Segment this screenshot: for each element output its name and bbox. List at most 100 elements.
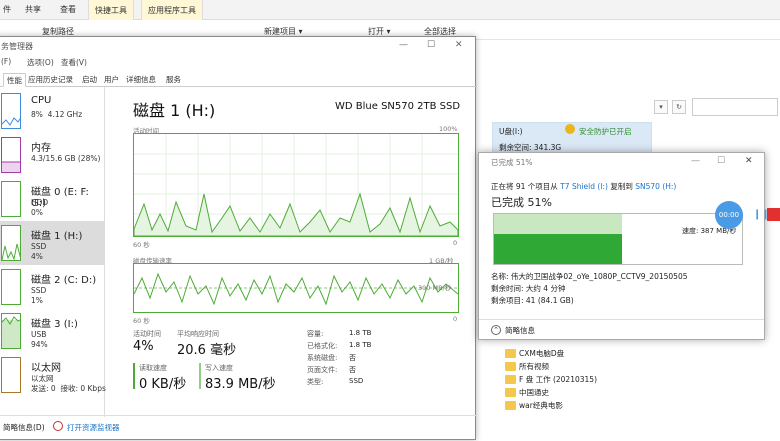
performance-sidebar: CPU 8% 4.12 GHz 内存 4.3/15.6 GB (28%) 磁盘 … [0, 87, 106, 417]
sidebar-item-disk0[interactable]: 磁盘 0 (E: F: G:) HDD 0% [0, 177, 105, 221]
dropdown-arrow-icon[interactable]: ▾ [654, 100, 668, 114]
disk0-thumbnail [1, 181, 21, 217]
list-item[interactable]: F 盘 工作 (20210315) [505, 374, 645, 387]
ribbon-tabs: 件 共享 查看 快捷工具 应用程序工具 [0, 0, 780, 20]
dest-link[interactable]: SN570 (H:) [635, 182, 676, 191]
search-input[interactable] [692, 98, 778, 116]
folder-icon [505, 375, 516, 384]
prop-key: 容量: [307, 330, 324, 338]
close-button[interactable]: ✕ [745, 156, 753, 166]
prop-value: 否 [349, 366, 356, 374]
tab-performance[interactable]: 性能 [3, 73, 26, 87]
graph2-xend: 0 [453, 315, 458, 323]
disk-detail-panel: 磁盘 1 (H:) WD Blue SN570 2TB SSD 活动时间 100… [111, 87, 471, 427]
folder-icon [505, 362, 516, 371]
source-link[interactable]: T7 Shield (I:) [560, 182, 608, 191]
sidebar-item-disk2[interactable]: 磁盘 2 (C: D:) SSD 1% [0, 265, 105, 309]
close-button[interactable]: ✕ [455, 40, 463, 50]
ethernet-thumbnail [1, 357, 21, 393]
open-resource-monitor-link[interactable]: 打开资源监视器 [67, 422, 120, 433]
tab-details[interactable]: 详细信息 [123, 73, 159, 87]
menu-bar: (F) 选项(O) 查看(V) [0, 55, 477, 70]
sidebar-item-ethernet[interactable]: 以太网 以太网 发送: 0 接收: 0 Kbps [0, 353, 106, 397]
prop-value: 否 [349, 354, 356, 362]
shield-icon [565, 124, 575, 134]
graph1-xend: 0 [453, 239, 458, 247]
chevron-up-icon[interactable]: ⌃ [491, 325, 501, 335]
menu-view[interactable]: 查看(V) [61, 57, 87, 68]
list-item[interactable]: 所有视频 [505, 361, 645, 374]
tab-file[interactable]: 件 [3, 4, 11, 15]
refresh-icon[interactable]: ↻ [672, 100, 686, 114]
prop-value: 1.8 TB [349, 341, 372, 349]
maximize-button[interactable]: ☐ [717, 156, 725, 166]
drive-item[interactable]: U盘(I:) 安全防护已开启 剩余空间: 341.3G [492, 122, 652, 154]
folder-label: war经典电影 [519, 401, 563, 410]
copy-description: 正在将 91 个项目从 T7 Shield (I:) 复制到 SN570 (H:… [491, 181, 676, 192]
sidebar-item-disk3[interactable]: 磁盘 3 (I:) USB 94% [0, 309, 105, 353]
tab-bar: 性能 应用历史记录 启动 用户 详细信息 服务 [0, 70, 477, 87]
minimize-button[interactable]: — [691, 156, 700, 166]
sidebar-item-sub: 4.3/15.6 GB (28%) [31, 154, 101, 163]
disk-model: WD Blue SN570 2TB SSD [335, 101, 461, 112]
task-manager-window: 务管理器 — ☐ ✕ (F) 选项(O) 查看(V) 性能 应用历史记录 启动 … [0, 36, 477, 440]
sidebar-item-sub: 以太网 发送: 0 接收: 0 Kbps [31, 374, 106, 393]
disk3-thumbnail [1, 313, 21, 349]
tab-app-history[interactable]: 应用历史记录 [25, 73, 76, 87]
menu-options[interactable]: 选项(O) [27, 57, 54, 68]
graph2-xlabel: 60 秒 [133, 317, 150, 325]
prop-key: 页面文件: [307, 366, 338, 374]
sidebar-item-sub: SSD 4% [31, 242, 47, 261]
sidebar-item-memory[interactable]: 内存 4.3/15.6 GB (28%) [0, 133, 105, 177]
transfer-rate-chart [133, 272, 459, 306]
read-speed-value: 0 KB/秒 [139, 377, 187, 392]
tab-users[interactable]: 用户 [101, 73, 122, 87]
sidebar-item-label: 内存 [31, 143, 51, 154]
page-title: 磁盘 1 (H:) [133, 101, 216, 120]
sidebar-item-label: CPU [31, 95, 52, 106]
safe-status: 安全防护已开启 [579, 127, 632, 136]
stop-icon[interactable] [767, 208, 780, 221]
tab-share[interactable]: 共享 [25, 4, 41, 15]
sidebar-item-label: 磁盘 1 (H:) [31, 231, 83, 242]
tab-view[interactable]: 查看 [60, 4, 76, 15]
list-item[interactable]: 中国通史 [505, 387, 645, 400]
read-speed-label: 读取速度 [139, 364, 167, 372]
prop-key: 系统磁盘: [307, 354, 338, 362]
sidebar-item-sub: 8% 4.12 GHz [31, 110, 83, 119]
sidebar-item-disk1[interactable]: 磁盘 1 (H:) SSD 4% [0, 221, 105, 265]
graph1-max: 100% [439, 125, 458, 133]
tab-quick-tools[interactable]: 快捷工具 [88, 0, 134, 20]
dialog-title: 已完成 51% [491, 158, 533, 167]
disk2-thumbnail [1, 269, 21, 305]
window-title: 务管理器 [1, 42, 33, 51]
response-time-label: 平均响应时间 [177, 330, 219, 338]
media-play-button[interactable]: 00:00 [715, 201, 743, 229]
active-time-label: 活动时间 [133, 330, 161, 338]
sidebar-item-sub: USB 94% [31, 330, 48, 349]
brief-info-button[interactable]: 简略信息 [505, 325, 535, 336]
divider [479, 319, 764, 320]
file-name: 名称: 伟大的卫国战争02_oYe_1080P_CCTV9_20150505 [491, 272, 688, 281]
list-item[interactable]: CXM电脑D盘 [505, 348, 645, 361]
response-time-value: 20.6 毫秒 [177, 343, 237, 358]
menu-file[interactable]: (F) [1, 57, 11, 66]
sidebar-item-cpu[interactable]: CPU 8% 4.12 GHz [0, 89, 105, 133]
time-left: 剩余时间: 大约 4 分钟 [491, 284, 566, 293]
tab-app-tools[interactable]: 应用程序工具 [141, 0, 203, 20]
prop-value: SSD [349, 377, 364, 385]
brief-info-button[interactable]: 简略信息(D) [3, 422, 45, 433]
progress-fill-active [494, 234, 622, 264]
folder-label: 所有视频 [519, 362, 549, 371]
list-item[interactable]: war经典电影 [505, 400, 645, 413]
tab-startup[interactable]: 启动 [79, 73, 100, 87]
maximize-button[interactable]: ☐ [427, 40, 435, 50]
sidebar-item-sub: SSD 1% [31, 286, 47, 305]
monitor-icon [53, 421, 63, 431]
tab-services[interactable]: 服务 [163, 73, 184, 87]
sidebar-item-label: 磁盘 2 (C: D:) [31, 275, 97, 286]
active-time-value: 4% [133, 339, 154, 354]
minimize-button[interactable]: — [399, 40, 408, 50]
folder-icon [505, 401, 516, 410]
copy-progress-graph: 速度: 387 MB/秒 [493, 213, 743, 265]
